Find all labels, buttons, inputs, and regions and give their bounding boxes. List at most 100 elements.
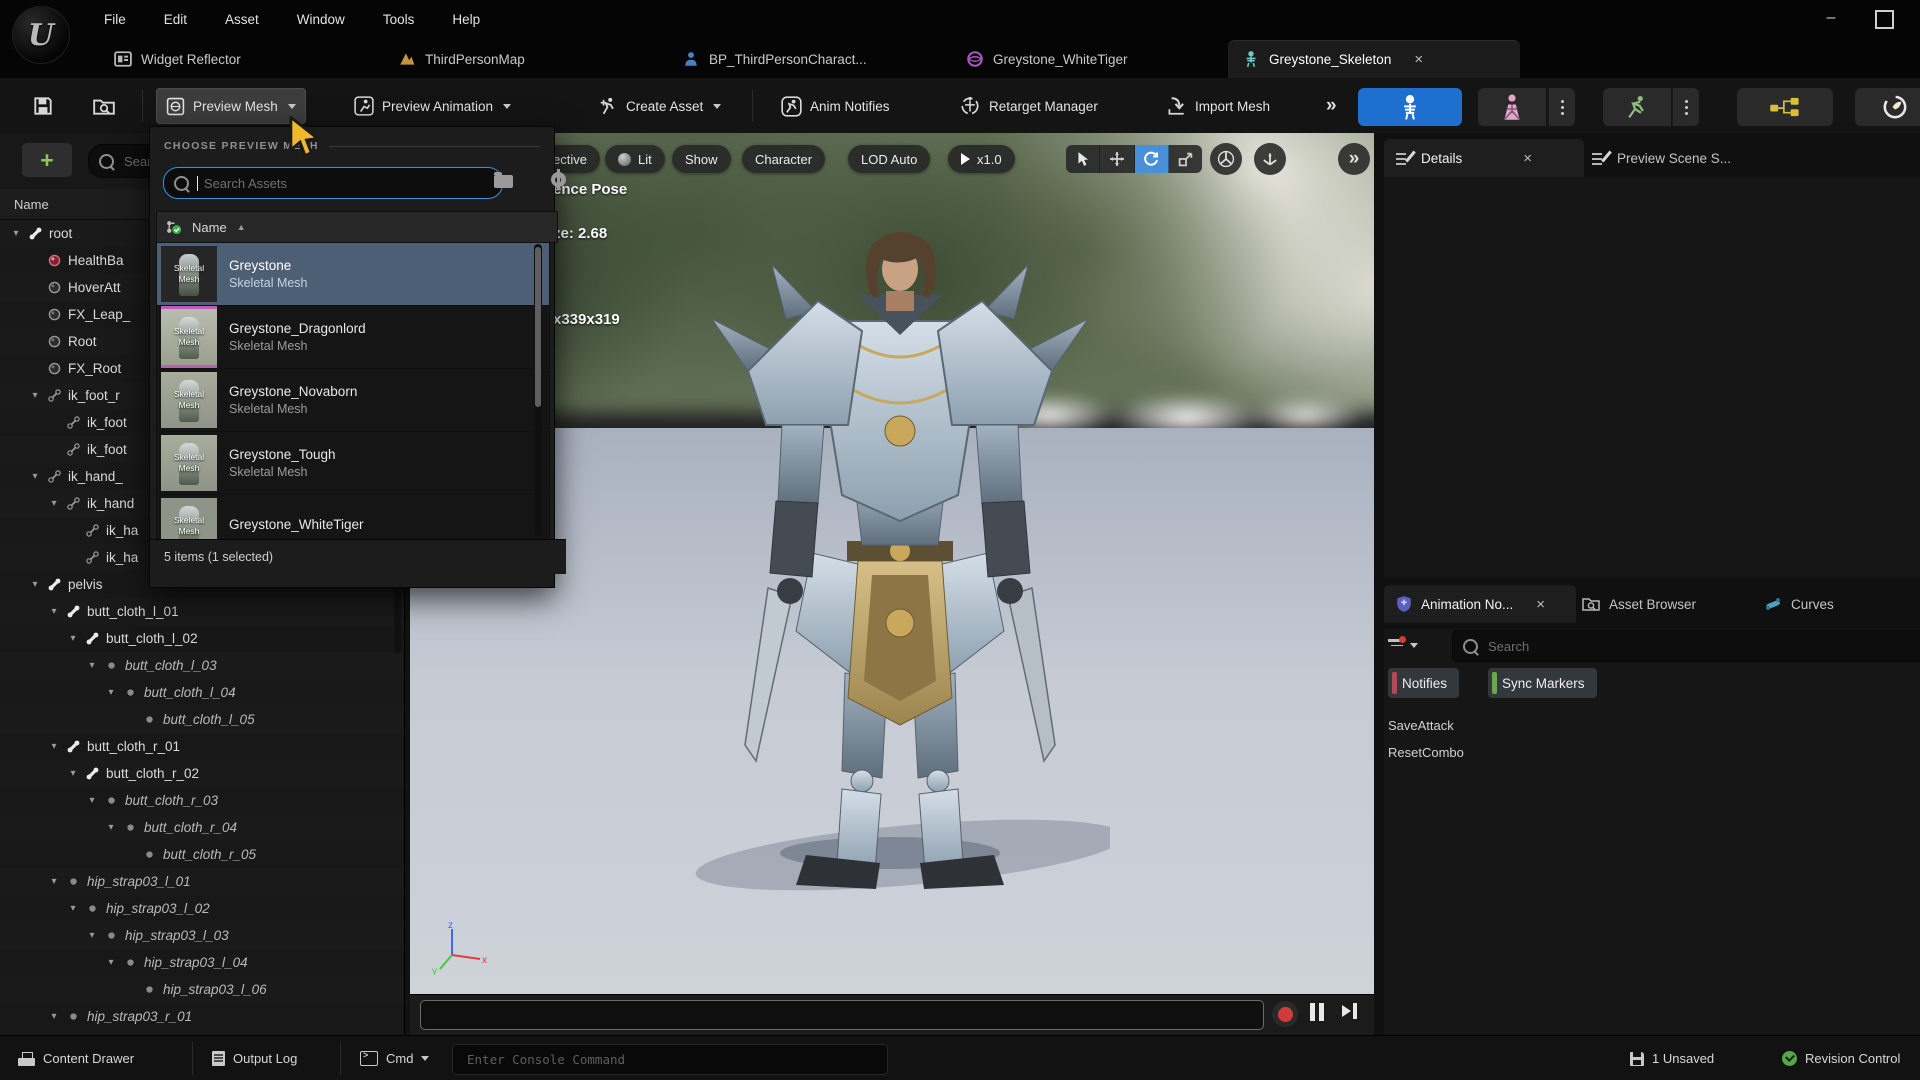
scale-tool-button[interactable] bbox=[1169, 145, 1202, 173]
menu-window[interactable]: Window bbox=[285, 8, 357, 31]
asset-item-Greystone_Novaborn[interactable]: Skeletal MeshGreystone_NovabornSkeletal … bbox=[157, 369, 549, 432]
tree-node-butt_cloth_r_01[interactable]: ▾butt_cloth_r_01 bbox=[0, 733, 404, 760]
expand-arrow-icon[interactable]: ▾ bbox=[105, 822, 117, 833]
tree-node-butt_cloth_l_01[interactable]: ▾butt_cloth_l_01 bbox=[0, 598, 404, 625]
tab-widget-reflector[interactable]: Widget Reflector bbox=[100, 40, 255, 78]
asset-item-Greystone_Dragonlord[interactable]: Skeletal MeshGreystone_DragonlordSkeleta… bbox=[157, 306, 549, 369]
close-tab-icon[interactable] bbox=[1414, 51, 1423, 68]
anim-notifies-button[interactable]: Anim Notifies bbox=[771, 88, 900, 124]
tree-node-butt_cloth_l_03[interactable]: ▾butt_cloth_l_03 bbox=[0, 652, 404, 679]
tree-node-hip_strap03_r_01[interactable]: ▾hip_strap03_r_01 bbox=[0, 1003, 404, 1030]
menu-help[interactable]: Help bbox=[440, 8, 492, 31]
timeline-track[interactable] bbox=[420, 1000, 1264, 1030]
expand-arrow-icon[interactable]: ▾ bbox=[29, 579, 41, 590]
view-options-gear-icon[interactable] bbox=[551, 172, 566, 187]
menu-edit[interactable]: Edit bbox=[152, 8, 199, 31]
menu-file[interactable]: File bbox=[92, 8, 138, 31]
toolbar-overflow-button[interactable] bbox=[1316, 88, 1347, 124]
coordinate-space-button[interactable] bbox=[1254, 143, 1286, 175]
notifies-search-input[interactable] bbox=[1486, 638, 1920, 655]
mesh-mode-button[interactable] bbox=[1478, 88, 1546, 126]
select-tool-button[interactable] bbox=[1066, 145, 1100, 173]
preview-mesh-button[interactable]: Preview Mesh bbox=[156, 88, 306, 124]
tree-node-hip_strap03_l_03[interactable]: ▾hip_strap03_l_03 bbox=[0, 922, 404, 949]
skeleton-mode-button[interactable] bbox=[1358, 88, 1462, 126]
asset-list-header[interactable]: Name ▲ bbox=[156, 211, 558, 243]
viewport-overflow-button[interactable] bbox=[1338, 143, 1370, 175]
menu-tools[interactable]: Tools bbox=[371, 8, 427, 31]
save-button[interactable] bbox=[22, 88, 64, 124]
mesh-mode-options-button[interactable] bbox=[1548, 88, 1575, 126]
tree-node-butt_cloth_l_04[interactable]: ▾butt_cloth_l_04 bbox=[0, 679, 404, 706]
expand-arrow-icon[interactable]: ▾ bbox=[10, 228, 22, 239]
folder-filter-icon[interactable] bbox=[494, 175, 513, 188]
expand-arrow-icon[interactable]: ▾ bbox=[67, 903, 79, 914]
expand-arrow-icon[interactable]: ▾ bbox=[67, 768, 79, 779]
add-button[interactable] bbox=[22, 143, 72, 177]
output-log-button[interactable]: Output Log bbox=[202, 1043, 307, 1074]
import-mesh-button[interactable]: Import Mesh bbox=[1155, 88, 1280, 124]
expand-arrow-icon[interactable]: ▾ bbox=[67, 633, 79, 644]
expand-arrow-icon[interactable]: ▾ bbox=[48, 1011, 60, 1022]
asset-item-Greystone_Tough[interactable]: Skeletal MeshGreystone_ToughSkeletal Mes… bbox=[157, 432, 549, 495]
console-command-field[interactable] bbox=[452, 1044, 888, 1075]
preview-animation-button[interactable]: Preview Animation bbox=[344, 88, 521, 124]
tab-preview-scene-settings[interactable]: Preview Scene S... bbox=[1580, 139, 1743, 177]
camera-pivot-button[interactable] bbox=[1210, 143, 1242, 175]
cmd-selector-button[interactable]: Cmd bbox=[350, 1043, 439, 1074]
close-tab-icon[interactable] bbox=[1536, 596, 1545, 613]
tab-greystone-skeleton[interactable]: Greystone_Skeleton bbox=[1228, 40, 1520, 78]
tree-node-hip_strap03_l_02[interactable]: ▾hip_strap03_l_02 bbox=[0, 895, 404, 922]
tab-greystone-whitetiger[interactable]: Greystone_WhiteTiger bbox=[952, 40, 1142, 78]
asset-search[interactable] bbox=[163, 167, 503, 199]
notifies-filter-button[interactable] bbox=[1388, 630, 1442, 660]
window-maximize-button[interactable] bbox=[1875, 10, 1894, 29]
expand-arrow-icon[interactable]: ▾ bbox=[86, 930, 98, 941]
console-command-input[interactable] bbox=[465, 1051, 875, 1068]
create-asset-button[interactable]: Create Asset bbox=[588, 88, 731, 124]
record-button[interactable] bbox=[1272, 1001, 1298, 1027]
lit-mode-pill[interactable]: Lit bbox=[605, 145, 665, 173]
tree-node-butt_cloth_l_02[interactable]: ▾butt_cloth_l_02 bbox=[0, 625, 404, 652]
notify-item-ResetCombo[interactable]: ResetCombo bbox=[1388, 739, 1464, 765]
tree-node-butt_cloth_r_03[interactable]: ▾butt_cloth_r_03 bbox=[0, 787, 404, 814]
move-tool-button[interactable] bbox=[1100, 145, 1134, 173]
notifies-search[interactable] bbox=[1452, 630, 1920, 662]
tab-details[interactable]: Details bbox=[1384, 139, 1584, 177]
lod-auto-pill[interactable]: LOD Auto bbox=[848, 145, 930, 173]
close-tab-icon[interactable] bbox=[1523, 150, 1532, 167]
tab-curves[interactable]: Curves bbox=[1752, 585, 1846, 623]
asset-item-Greystone[interactable]: Skeletal MeshGreystoneSkeletal Mesh bbox=[157, 243, 549, 306]
revision-control-button[interactable]: Revision Control bbox=[1772, 1043, 1920, 1074]
expand-arrow-icon[interactable]: ▾ bbox=[86, 660, 98, 671]
tree-node-butt_cloth_r_02[interactable]: ▾butt_cloth_r_02 bbox=[0, 760, 404, 787]
retarget-manager-button[interactable]: Retarget Manager bbox=[949, 88, 1108, 124]
expand-arrow-icon[interactable]: ▾ bbox=[105, 957, 117, 968]
notify-item-SaveAttack[interactable]: SaveAttack bbox=[1388, 712, 1454, 738]
asset-search-input[interactable] bbox=[202, 175, 492, 192]
tree-node-hip_strap03_l_01[interactable]: ▾hip_strap03_l_01 bbox=[0, 868, 404, 895]
window-minimize-button[interactable]: – bbox=[1820, 8, 1842, 30]
browse-to-asset-button[interactable] bbox=[82, 88, 126, 124]
expand-arrow-icon[interactable]: ▾ bbox=[48, 876, 60, 887]
dropdown-scrollbar[interactable] bbox=[534, 244, 542, 536]
tree-node-butt_cloth_r_05[interactable]: butt_cloth_r_05 bbox=[0, 841, 404, 868]
animation-mode-options-button[interactable] bbox=[1672, 88, 1699, 126]
expand-arrow-icon[interactable]: ▾ bbox=[48, 498, 60, 509]
physics-mode-button[interactable] bbox=[1855, 88, 1920, 126]
sync-markers-filter-chip[interactable]: Sync Markers bbox=[1488, 668, 1597, 698]
notifies-filter-chip[interactable]: Notifies bbox=[1388, 668, 1459, 698]
playback-speed-pill[interactable]: x1.0 bbox=[948, 145, 1015, 173]
animation-mode-button[interactable] bbox=[1603, 88, 1671, 126]
expand-arrow-icon[interactable]: ▾ bbox=[86, 795, 98, 806]
character-pill[interactable]: Character bbox=[742, 145, 825, 173]
tab-animation-notifies[interactable]: Animation No... bbox=[1384, 585, 1576, 623]
expand-arrow-icon[interactable]: ▾ bbox=[29, 471, 41, 482]
tree-node-hip_strap03_l_04[interactable]: ▾hip_strap03_l_04 bbox=[0, 949, 404, 976]
expand-arrow-icon[interactable]: ▾ bbox=[48, 606, 60, 617]
blueprint-mode-button[interactable] bbox=[1737, 88, 1833, 126]
expand-arrow-icon[interactable]: ▾ bbox=[29, 390, 41, 401]
tab-thirdpersonmap[interactable]: ThirdPersonMap bbox=[384, 40, 539, 78]
unsaved-changes-button[interactable]: 1 Unsaved bbox=[1620, 1043, 1724, 1074]
expand-arrow-icon[interactable]: ▾ bbox=[48, 741, 60, 752]
